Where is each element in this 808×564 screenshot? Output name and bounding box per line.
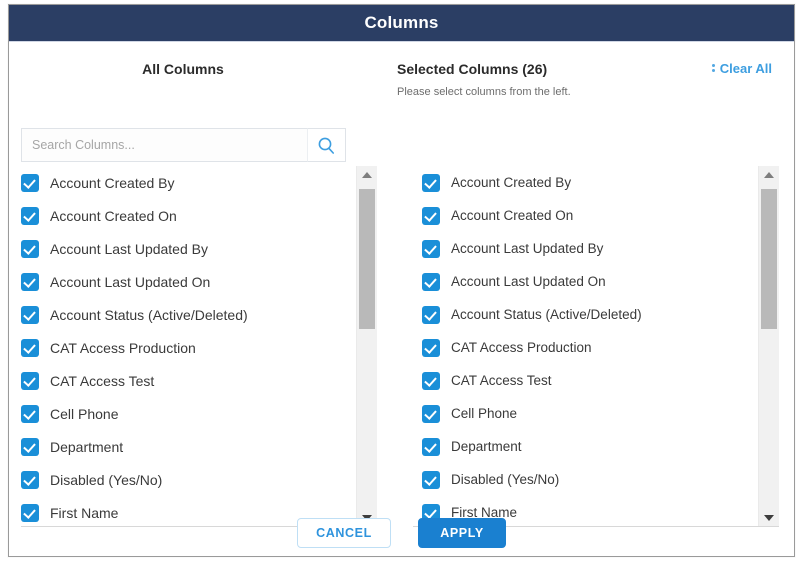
all-columns-item-row[interactable]: Account Last Updated On xyxy=(21,265,355,298)
selected-columns-item-row[interactable]: Disabled (Yes/No) xyxy=(413,463,757,496)
all-columns-item-label: Cell Phone xyxy=(50,406,119,422)
checkbox-checked-icon[interactable] xyxy=(422,174,440,192)
clear-all-label: Clear All xyxy=(720,61,772,76)
all-columns-item-label: Department xyxy=(50,439,123,455)
search-button[interactable] xyxy=(307,128,346,162)
all-columns-item-row[interactable]: CAT Access Production xyxy=(21,331,355,364)
apply-button[interactable]: APPLY xyxy=(418,518,506,548)
all-columns-item-row[interactable]: Cell Phone xyxy=(21,397,355,430)
all-columns-item-label: Account Status (Active/Deleted) xyxy=(50,307,248,323)
all-columns-item-row[interactable]: Account Created By xyxy=(21,166,355,199)
checkbox-checked-icon[interactable] xyxy=(21,240,39,258)
selected-columns-item-row[interactable]: Account Status (Active/Deleted) xyxy=(413,298,757,331)
checkbox-checked-icon[interactable] xyxy=(422,471,440,489)
checkbox-checked-icon[interactable] xyxy=(422,240,440,258)
selected-columns-item-label: Account Status (Active/Deleted) xyxy=(451,307,642,322)
all-columns-item-label: Account Last Updated On xyxy=(50,274,210,290)
selected-columns-header: Selected Columns (26) Clear All xyxy=(387,61,794,77)
selected-columns-item-label: Account Last Updated On xyxy=(451,274,606,289)
selected-columns-item-label: Disabled (Yes/No) xyxy=(451,472,559,487)
dialog-title: Columns xyxy=(364,13,438,33)
all-columns-item-row[interactable]: Disabled (Yes/No) xyxy=(21,463,355,496)
all-columns-item-label: CAT Access Production xyxy=(50,340,196,356)
checkbox-checked-icon[interactable] xyxy=(422,207,440,225)
columns-dialog: Columns All Columns Account Created ByAc… xyxy=(8,4,795,557)
all-columns-item-label: Account Created By xyxy=(50,175,175,191)
selected-columns-item-row[interactable]: Account Created On xyxy=(413,199,757,232)
dialog-body: All Columns Account Created By Account Cr… xyxy=(9,42,794,512)
cancel-button[interactable]: CANCEL xyxy=(297,518,391,548)
selected-columns-item-label: CAT Access Test xyxy=(451,373,552,388)
selected-columns-item-row[interactable]: Account Created By xyxy=(413,166,757,199)
checkbox-checked-icon[interactable] xyxy=(21,405,39,423)
search-columns-field xyxy=(21,128,346,162)
selected-columns-item-label: Account Created On xyxy=(451,208,573,223)
all-columns-item-label: CAT Access Test xyxy=(50,373,154,389)
dialog-footer: CANCEL APPLY xyxy=(9,509,794,556)
all-columns-item-row[interactable]: Account Created On xyxy=(21,199,355,232)
checkbox-checked-icon[interactable] xyxy=(21,471,39,489)
all-columns-panel: All Columns xyxy=(9,42,387,77)
checkbox-checked-icon[interactable] xyxy=(422,339,440,357)
checkbox-checked-icon[interactable] xyxy=(21,174,39,192)
all-columns-heading: All Columns xyxy=(9,61,387,77)
checkbox-checked-icon[interactable] xyxy=(21,207,39,225)
checkbox-checked-icon[interactable] xyxy=(21,306,39,324)
selection-hint: Please select columns from the left. xyxy=(397,86,794,98)
selected-columns-item-row[interactable]: Account Last Updated On xyxy=(413,265,757,298)
scrollbar-thumb-right[interactable] xyxy=(761,189,777,329)
all-columns-item-row[interactable]: Account Status (Active/Deleted) xyxy=(21,298,355,331)
search-input[interactable] xyxy=(21,128,307,162)
selected-columns-list-items: Account Created By Account Created On Acco… xyxy=(413,166,757,527)
checkbox-checked-icon[interactable] xyxy=(422,306,440,324)
selected-columns-heading: Selected Columns (26) xyxy=(397,61,547,77)
selected-columns-item-label: Cell Phone xyxy=(451,406,517,421)
selected-columns-scrollbar[interactable] xyxy=(758,166,779,526)
selected-columns-item-label: Department xyxy=(451,439,522,454)
selected-columns-item-row[interactable]: CAT Access Test xyxy=(413,364,757,397)
checkbox-checked-icon[interactable] xyxy=(21,339,39,357)
checkbox-checked-icon[interactable] xyxy=(422,372,440,390)
clear-all-button[interactable]: Clear All xyxy=(712,61,772,76)
selected-columns-list: Account Created By Account Created On Acco… xyxy=(413,166,779,527)
search-icon xyxy=(317,136,336,155)
scrollbar-thumb-left[interactable] xyxy=(359,189,375,329)
all-columns-list-items: Account Created By Account Created On Acco… xyxy=(21,166,355,527)
all-columns-scrollbar[interactable] xyxy=(356,166,377,526)
all-columns-item-row[interactable]: Account Last Updated By xyxy=(21,232,355,265)
more-options-icon xyxy=(712,64,716,75)
all-columns-item-row[interactable]: CAT Access Test xyxy=(21,364,355,397)
all-columns-item-label: Account Last Updated By xyxy=(50,241,208,257)
checkbox-checked-icon[interactable] xyxy=(422,438,440,456)
all-columns-list: Account Created By Account Created On Acco… xyxy=(21,166,377,527)
checkbox-checked-icon[interactable] xyxy=(21,372,39,390)
selected-columns-item-row[interactable]: Department xyxy=(413,430,757,463)
all-columns-item-label: Disabled (Yes/No) xyxy=(50,472,162,488)
selected-columns-item-label: Account Created By xyxy=(451,175,571,190)
selected-columns-panel: Selected Columns (26) Clear All Please s… xyxy=(387,42,794,98)
selected-columns-item-label: CAT Access Production xyxy=(451,340,592,355)
selected-columns-item-row[interactable]: Cell Phone xyxy=(413,397,757,430)
dialog-header: Columns xyxy=(9,5,794,42)
scroll-up-arrow-left[interactable] xyxy=(357,166,377,183)
checkbox-checked-icon[interactable] xyxy=(422,273,440,291)
scroll-up-arrow-right[interactable] xyxy=(759,166,779,183)
checkbox-checked-icon[interactable] xyxy=(21,273,39,291)
all-columns-item-label: Account Created On xyxy=(50,208,177,224)
selected-columns-item-row[interactable]: Account Last Updated By xyxy=(413,232,757,265)
checkbox-checked-icon[interactable] xyxy=(422,405,440,423)
selected-columns-item-row[interactable]: CAT Access Production xyxy=(413,331,757,364)
all-columns-item-row[interactable]: Department xyxy=(21,430,355,463)
checkbox-checked-icon[interactable] xyxy=(21,438,39,456)
selected-columns-item-label: Account Last Updated By xyxy=(451,241,603,256)
